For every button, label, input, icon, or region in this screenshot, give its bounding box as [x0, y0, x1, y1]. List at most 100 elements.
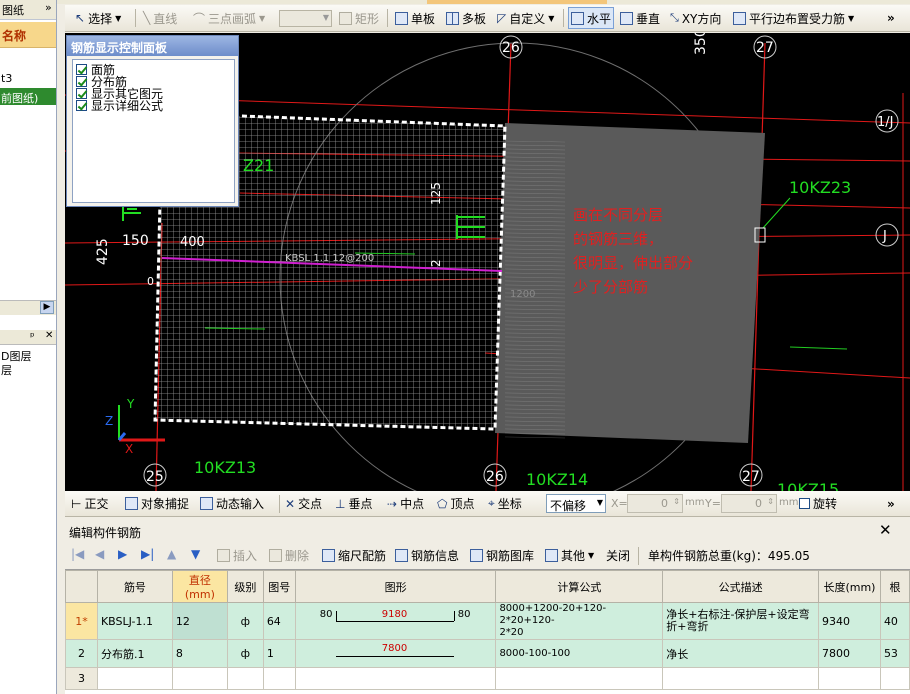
column-header[interactable]: 图形 [294, 570, 497, 603]
description-cell[interactable]: 净长 [662, 639, 819, 668]
row-number[interactable]: 2 [65, 639, 98, 668]
close-icon[interactable]: ✕ [45, 330, 53, 341]
snapbar-more-button[interactable]: » [887, 491, 895, 516]
perpendicular-snap[interactable]: ⊥ 垂点 [335, 491, 372, 516]
description-cell[interactable]: 净长+右标注-保护层+设定弯 折+弯折 [662, 602, 819, 640]
single-slab-button[interactable]: 单板 [395, 5, 435, 31]
select-button[interactable]: ↖ 选择 ▼ [75, 5, 121, 31]
multi-slab-button[interactable]: 多板 [446, 5, 486, 31]
rotate-checkbox[interactable]: 旋转 [799, 491, 837, 516]
column-header[interactable]: 长度(mm) [818, 570, 881, 603]
insert-button[interactable]: 插入 [217, 543, 257, 568]
xy-direction-button[interactable]: ⤡ XY方向 [670, 5, 721, 31]
last-record-icon[interactable]: ▶| [141, 547, 154, 561]
empty-cell[interactable] [262, 667, 296, 690]
line-button[interactable]: ╲ 直线 [143, 5, 177, 31]
diameter-cell[interactable]: 12 [171, 602, 228, 640]
checkbox[interactable] [76, 99, 87, 111]
list-item[interactable]: t3 [1, 72, 12, 85]
length-cell[interactable]: 9340 [818, 602, 881, 640]
table-row[interactable]: 3 [65, 667, 910, 690]
grade-cell[interactable]: ф [226, 602, 264, 640]
column-header[interactable]: 筋号 [96, 570, 173, 603]
checkbox[interactable] [76, 75, 87, 87]
toolbar-more-button[interactable]: » [887, 5, 895, 31]
scale-rebar-button[interactable]: 缩尺配筋 [322, 543, 386, 568]
column-header[interactable]: 计算公式 [495, 570, 664, 603]
grade-cell[interactable]: ф [226, 639, 264, 668]
dropdown-arrow-icon: ▼ [596, 498, 603, 507]
checkbox[interactable] [76, 87, 87, 99]
other-menu-button[interactable]: 其他 ▼ [545, 543, 594, 568]
rebar-info-button[interactable]: 钢筋信息 [395, 543, 459, 568]
rebar-library-button[interactable]: 钢筋图库 [470, 543, 534, 568]
rebar-name-cell[interactable]: KBSLJ-1.1 [96, 602, 173, 640]
y-coordinate-input[interactable]: 0 ⇕ [721, 494, 777, 513]
delete-button[interactable]: 删除 [269, 543, 309, 568]
empty-cell[interactable] [96, 667, 173, 690]
empty-cell[interactable] [226, 667, 264, 690]
option-show-formula[interactable]: 显示详细公式 [76, 99, 163, 113]
table-row[interactable]: 1* KBSLJ-1.1 12 ф 64 80 9180 80 8000+120… [65, 602, 910, 640]
empty-cell[interactable] [294, 667, 497, 690]
panel-more-button[interactable]: » [45, 1, 52, 14]
count-cell[interactable]: 40 [879, 602, 910, 640]
x-coordinate-input[interactable]: 0 ⇕ [627, 494, 683, 513]
column-header[interactable]: 根 [879, 570, 910, 603]
layer-item[interactable]: 层 [1, 362, 12, 378]
offset-mode-select[interactable]: 不偏移 ▼ [546, 494, 606, 513]
column-header[interactable]: 直径(mm) [171, 570, 228, 603]
checkbox[interactable] [76, 63, 87, 75]
empty-cell[interactable] [495, 667, 664, 690]
row-number[interactable]: 3 [65, 667, 98, 690]
object-snap-toggle[interactable]: 对象捕捉 [125, 491, 189, 516]
formula-cell[interactable]: 8000+1200-20+120-2*20+120- 2*20 [495, 602, 664, 640]
close-button[interactable]: 关闭 [606, 543, 630, 568]
diameter-cell[interactable]: 8 [171, 639, 228, 668]
selected-list-item[interactable]: 前图纸) [0, 88, 56, 105]
shape-cell[interactable]: 7800 [294, 639, 497, 668]
close-icon[interactable]: ✕ [879, 521, 892, 539]
rebar-panel-title[interactable]: 钢筋显示控制面板 [67, 36, 238, 56]
parallel-edge-button[interactable]: 平行边布置受力筋 ▼ [733, 5, 854, 31]
length-cell[interactable]: 7800 [818, 639, 881, 668]
figure-no-cell[interactable]: 1 [262, 639, 296, 668]
rebar-name-cell[interactable]: 分布筋.1 [96, 639, 173, 668]
midpoint-snap[interactable]: ⇢ 中点 [387, 491, 424, 516]
horizontal-button[interactable]: 水平 [568, 7, 615, 29]
row-number[interactable]: 1* [65, 602, 98, 640]
formula-cell[interactable]: 8000-100-100 [495, 639, 664, 668]
drawing-tab[interactable]: 图纸 [2, 2, 24, 18]
empty-cell[interactable] [662, 667, 819, 690]
empty-cell[interactable] [171, 667, 228, 690]
intersection-snap[interactable]: ✕ 交点 [285, 491, 322, 516]
horizontal-scrollbar[interactable]: ▶ [0, 300, 56, 315]
move-up-icon[interactable]: ▲ [167, 547, 176, 561]
table-row[interactable]: 2 分布筋.1 8 ф 1 7800 8000-100-100 净长 7800 … [65, 639, 910, 668]
prev-record-icon[interactable]: ◀ [95, 547, 104, 561]
count-cell[interactable]: 53 [879, 639, 910, 668]
coordinate-snap[interactable]: ⌖ 坐标 [488, 491, 522, 516]
empty-cell[interactable] [879, 667, 910, 690]
move-down-icon[interactable]: ▼ [191, 547, 200, 561]
rect-button[interactable]: 矩形 [339, 5, 379, 31]
column-header[interactable]: 图号 [262, 570, 296, 603]
empty-cell[interactable] [818, 667, 881, 690]
scroll-right-icon[interactable]: ▶ [40, 301, 54, 314]
shape-left-dim: 80 [319, 609, 333, 620]
ortho-toggle[interactable]: ⊢ 正交 [71, 491, 108, 516]
column-header[interactable]: 公式描述 [662, 570, 819, 603]
arc-button[interactable]: ⌒ 三点画弧 ▼ [193, 5, 265, 31]
style-dropdown[interactable]: ▼ [279, 10, 332, 27]
next-record-icon[interactable]: ▶ [118, 547, 127, 561]
vertical-button[interactable]: 垂直 [620, 5, 660, 31]
vertex-snap[interactable]: ⬠ 顶点 [437, 491, 474, 516]
shape-cell[interactable]: 80 9180 80 [294, 602, 497, 640]
figure-no-cell[interactable]: 64 [262, 602, 296, 640]
custom-button[interactable]: ◸ 自定义 ▼ [497, 5, 554, 31]
checkbox[interactable] [799, 498, 810, 509]
dynamic-input-toggle[interactable]: 动态输入 [200, 491, 264, 516]
pin-icon[interactable]: ᵖ [30, 330, 35, 343]
first-record-icon[interactable]: |◀ [71, 547, 84, 561]
column-header[interactable]: 级别 [226, 570, 264, 603]
